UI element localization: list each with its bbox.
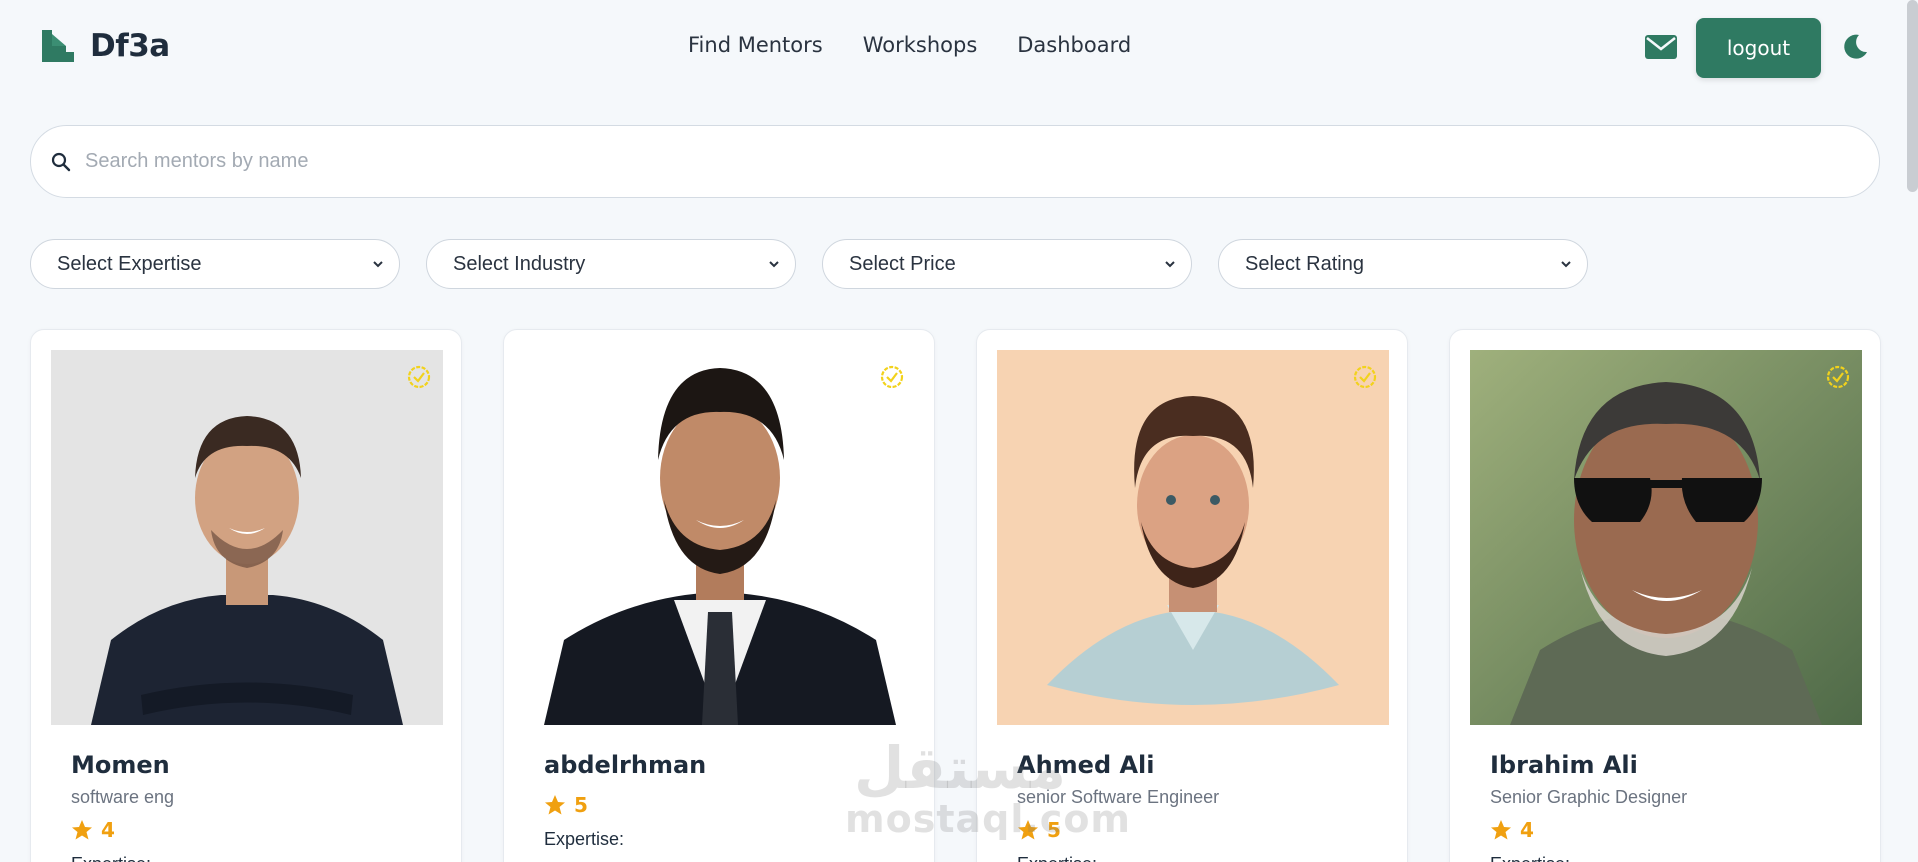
mentor-rating: 5 [544,793,894,817]
mentor-photo [524,350,916,725]
verified-badge-icon [407,365,431,389]
expertise-select-label: Select Expertise [57,252,202,275]
rating-value: 5 [574,793,588,817]
top-navbar: Df3a Find Mentors Workshops Dashboard lo… [0,0,1918,95]
expertise-label: Expertise: [71,854,421,862]
mentor-name: abdelrhman [544,751,707,779]
mentor-name: Ahmed Ali [1017,751,1155,779]
price-select-label: Select Price [849,252,956,275]
rating-select-label: Select Rating [1245,252,1364,275]
moon-icon[interactable] [1840,32,1870,62]
mentor-card-body: abdelrhman 5 Expertise: [524,729,914,850]
mentor-title: senior Software Engineer [1017,787,1220,807]
star-icon [1491,820,1511,840]
nav-find-mentors[interactable]: Find Mentors [688,33,823,57]
chevron-down-icon [769,261,779,268]
rating-value: 4 [101,818,115,842]
brand-link[interactable]: Df3a [40,28,170,64]
nav-workshops[interactable]: Workshops [863,33,978,57]
mentor-photo [997,350,1389,725]
nav-links: Find Mentors Workshops Dashboard [688,33,1131,57]
industry-select[interactable]: Select Industry [426,239,796,289]
mentor-card-body: Momen software eng 4 Expertise: [51,729,441,862]
mentor-rating: 5 [1017,818,1367,842]
rating-value: 4 [1520,818,1534,842]
search-bar [30,125,1880,198]
price-select[interactable]: Select Price [822,239,1192,289]
rating-value: 5 [1047,818,1061,842]
mentor-rating: 4 [71,818,421,842]
mentor-card-body: Ahmed Ali senior Software Engineer 5 Exp… [997,729,1387,862]
df3a-logo-icon [42,30,74,62]
mentor-card[interactable]: abdelrhman 5 Expertise: [503,329,935,862]
expertise-label: Expertise: [544,829,625,849]
mentor-title: Senior Graphic Designer [1490,787,1688,807]
mentor-name: Momen [71,751,170,779]
mentor-photo [1470,350,1862,725]
mentor-title: software eng [71,787,175,807]
star-icon [545,795,565,815]
mentor-name: Ibrahim Ali [1490,751,1638,779]
search-input[interactable] [85,150,1879,173]
envelope-icon[interactable] [1645,35,1677,59]
chevron-down-icon [1165,261,1175,268]
mentor-card[interactable]: Ahmed Ali senior Software Engineer 5 Exp… [976,329,1408,862]
mentor-card[interactable]: Ibrahim Ali Senior Graphic Designer 4 Ex… [1449,329,1881,862]
expertise-label: Expertise: [1017,854,1367,862]
verified-badge-icon [1826,365,1850,389]
search-icon [51,152,71,171]
page-scrollbar[interactable] [1907,0,1918,192]
logout-button[interactable]: logout [1696,18,1821,78]
mentor-card[interactable]: Momen software eng 4 Expertise: [30,329,462,862]
star-icon [1018,820,1038,840]
rating-select[interactable]: Select Rating [1218,239,1588,289]
nav-dashboard[interactable]: Dashboard [1017,33,1131,57]
expertise-label: Expertise: [1490,854,1840,862]
chevron-down-icon [1561,261,1571,268]
filter-bar: Select Expertise Select Industry Select … [30,239,1588,289]
industry-select-label: Select Industry [453,252,586,275]
chevron-down-icon [373,261,383,268]
verified-badge-icon [1353,365,1377,389]
mentor-rating: 4 [1490,818,1840,842]
mentor-photo [51,350,443,725]
star-icon [72,820,92,840]
mentor-card-grid: Momen software eng 4 Expertise: ab [30,329,1881,862]
mentor-card-body: Ibrahim Ali Senior Graphic Designer 4 Ex… [1470,729,1860,862]
verified-badge-icon [880,365,904,389]
expertise-select[interactable]: Select Expertise [30,239,400,289]
brand-name: Df3a [90,28,170,64]
